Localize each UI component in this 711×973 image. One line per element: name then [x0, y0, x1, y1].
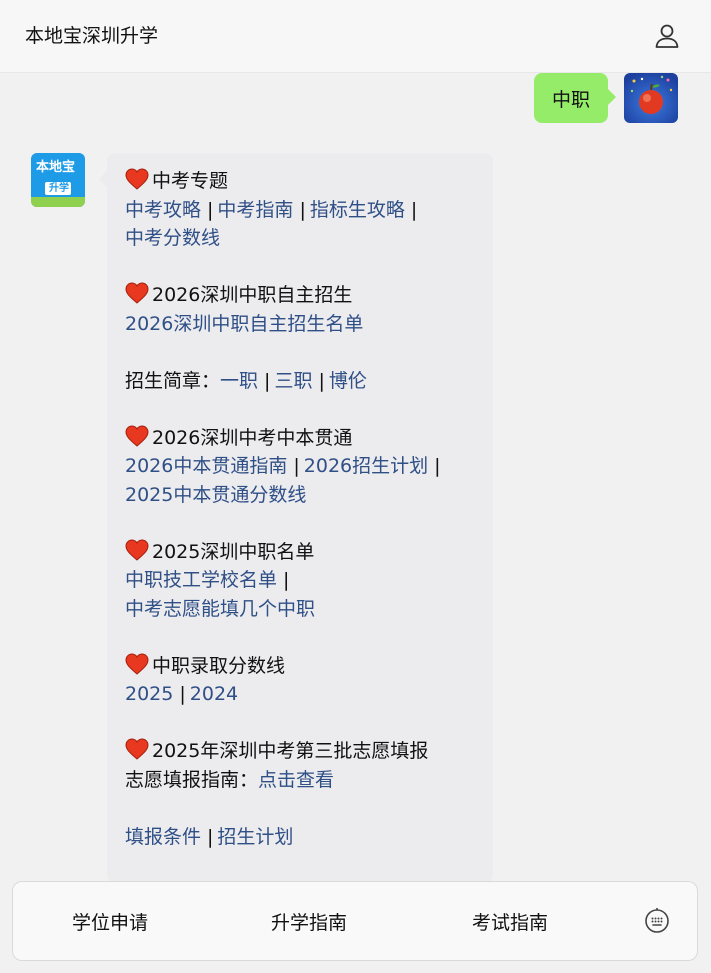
link-row: 招生简章：一职 | 三职 | 博伦: [125, 367, 485, 396]
zhaosheng-jianzhang-label: 招生简章：: [125, 369, 221, 392]
chat-area[interactable]: 中职 本地宝 升学 中考专题 中考攻略 | 中考指南 | 指标生攻略 | 中考分…: [0, 73, 711, 973]
section-title-text: 2025年深圳中考第三批志愿填报: [152, 740, 429, 762]
heart-icon: [125, 538, 149, 561]
heart-icon: [125, 424, 149, 447]
link-zhiyuan-jige-zhongzhi[interactable]: 中考志愿能填几个中职: [125, 598, 315, 620]
link-yizhi[interactable]: 一职: [220, 370, 258, 392]
apple-avatar-icon: [624, 73, 678, 123]
user-message-bubble: 中职: [533, 73, 617, 123]
link-bolun[interactable]: 博伦: [329, 370, 367, 392]
link-zhongkao-fenshuxian[interactable]: 中考分数线: [125, 227, 220, 249]
link-dianji-chakan[interactable]: 点击查看: [258, 769, 334, 791]
section-title: 2026深圳中考中本贯通: [125, 424, 485, 453]
link-zhibiaosheng[interactable]: 指标生攻略: [310, 199, 405, 221]
heart-icon: [125, 738, 149, 760]
separator: |: [410, 198, 418, 221]
section-title-text: 2025深圳中职名单: [152, 540, 315, 563]
user-avatar[interactable]: [624, 73, 678, 123]
link-row: 中考攻略 | 中考指南 | 指标生攻略 |: [125, 196, 485, 225]
bottom-menu-bar: 学位申请 升学指南 考试指南: [12, 881, 698, 961]
section-title: 2025深圳中职名单: [125, 538, 485, 567]
link-row: 中考志愿能填几个中职: [125, 595, 485, 624]
link-row: 中职技工学校名单 |: [125, 566, 485, 595]
section-title: 中职录取分数线: [125, 652, 485, 681]
separator: |: [207, 198, 214, 221]
separator: |: [318, 369, 325, 392]
menu-kaoshi-zhinan[interactable]: 考试指南: [472, 882, 548, 960]
link-row: 中考分数线: [125, 224, 485, 253]
section-title-text: 中考专题: [152, 170, 229, 192]
link-jigong-xuexiao-mingdan[interactable]: 中职技工学校名单: [125, 569, 277, 591]
heart-icon: [125, 168, 149, 190]
user-icon[interactable]: [653, 22, 681, 50]
link-row: 2026中本贯通指南 | 2026招生计划 |: [125, 452, 485, 481]
keyboard-icon[interactable]: [643, 906, 671, 934]
heart-icon: [125, 652, 149, 675]
link-zhongben-fenshuxian[interactable]: 2025中本贯通分数线: [125, 484, 306, 506]
link-zhaosheng-jihua-2026[interactable]: 2026招生计划: [304, 455, 428, 477]
link-zizhu-zhaosheng-mingdan[interactable]: 2026深圳中职自主招生名单: [125, 313, 363, 335]
section-title: 2026深圳中职自主招生: [125, 281, 485, 310]
link-tianbao-tiaojian[interactable]: 填报条件: [125, 826, 201, 848]
separator: |: [179, 683, 186, 705]
section-title: 中考专题: [125, 167, 485, 196]
link-sanzhi[interactable]: 三职: [274, 370, 312, 392]
section-title: 2025年深圳中考第三批志愿填报: [125, 737, 485, 766]
logo-bottom-text: 升学: [49, 183, 69, 194]
separator: |: [283, 569, 290, 591]
separator: |: [293, 455, 300, 477]
link-zhongkao-gonglue[interactable]: 中考攻略: [125, 199, 201, 221]
section-title-text: 2026深圳中考中本贯通: [152, 426, 353, 449]
link-row: 2025 | 2024: [125, 680, 485, 709]
zhiyuan-zhinan-label: 志愿填报指南：: [125, 768, 259, 791]
link-zhongben-zhinan[interactable]: 2026中本贯通指南: [125, 455, 287, 477]
link-row: 2026深圳中职自主招生名单: [125, 310, 485, 339]
section-title-text: 2026深圳中职自主招生: [152, 284, 353, 306]
link-2025[interactable]: 2025: [125, 683, 173, 705]
separator: |: [264, 369, 271, 392]
separator: |: [299, 198, 306, 221]
bot-message-bubble: 中考专题 中考攻略 | 中考指南 | 指标生攻略 | 中考分数线 2026深圳中职自主招生…: [99, 153, 493, 883]
page-title: 本地宝深圳升学: [25, 25, 159, 47]
bot-avatar[interactable]: 本地宝 升学: [31, 153, 85, 207]
bot-message-content: 中考专题 中考攻略 | 中考指南 | 指标生攻略 | 中考分数线 2026深圳中职自主招生…: [125, 167, 485, 851]
logo-top-text: 本地宝: [36, 160, 76, 175]
header: 本地宝深圳升学: [0, 0, 711, 73]
link-row: 填报条件 | 招生计划: [125, 823, 485, 852]
menu-xuewei-shenqing[interactable]: 学位申请: [72, 882, 148, 960]
link-row: 志愿填报指南：点击查看: [125, 766, 485, 795]
link-2024[interactable]: 2024: [190, 683, 238, 705]
heart-icon: [125, 282, 149, 304]
link-row: 2025中本贯通分数线: [125, 481, 485, 510]
link-zhongkao-zhinan[interactable]: 中考指南: [217, 199, 293, 221]
section-title-text: 中职录取分数线: [152, 654, 286, 677]
separator: |: [434, 455, 441, 477]
separator: |: [207, 825, 214, 848]
link-zhaosheng-jihua[interactable]: 招生计划: [217, 826, 293, 848]
menu-shengxue-zhinan[interactable]: 升学指南: [271, 882, 347, 960]
user-message-text: 中职: [551, 88, 590, 111]
